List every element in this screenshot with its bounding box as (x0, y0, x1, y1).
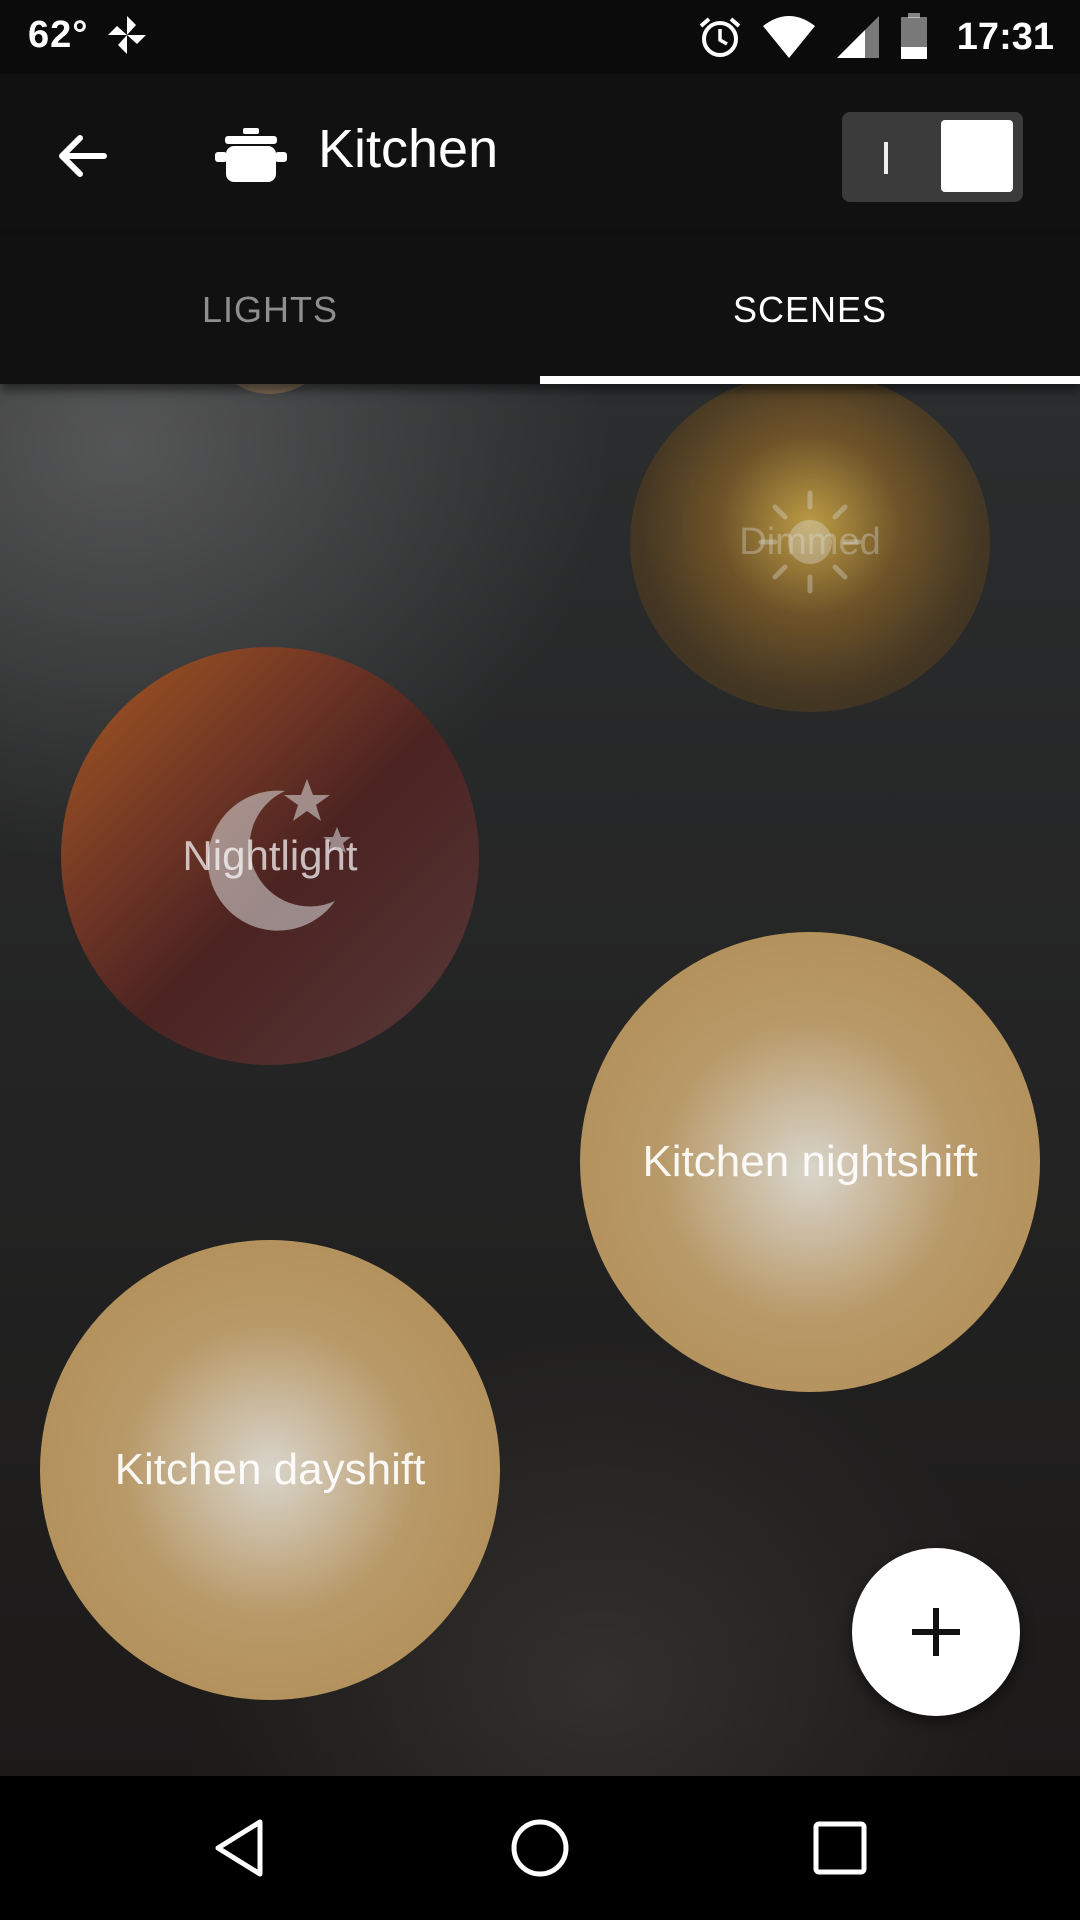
tab-scenes[interactable]: SCENES (540, 236, 1080, 384)
scenes-area: Dimmed Nightlight Kitchen nightshift Kit… (0, 384, 1080, 1776)
scene-nightlight[interactable]: Nightlight (61, 647, 479, 1065)
pinwheel-icon (108, 16, 146, 54)
app-bar: Kitchen (0, 74, 1080, 236)
page-title: Kitchen (318, 119, 499, 179)
scene-label: Kitchen dayshift (114, 1445, 426, 1494)
tab-lights[interactable]: LIGHTS (0, 236, 540, 384)
add-scene-button[interactable] (852, 1548, 1020, 1716)
status-bar: 62° 17:31 (0, 0, 1080, 74)
cooking-pot-icon (215, 128, 287, 182)
home-circle-icon[interactable] (508, 1816, 572, 1880)
recents-square-icon[interactable] (808, 1816, 872, 1880)
scene-bubble-offscreen[interactable] (205, 384, 335, 394)
room-power-toggle[interactable] (842, 112, 1023, 202)
wifi-icon (762, 16, 815, 58)
temperature-readout: 62° (28, 14, 89, 56)
battery-icon (900, 13, 927, 59)
toggle-knob (941, 120, 1013, 192)
clock: 17:31 (956, 15, 1054, 58)
tab-bar: LIGHTS SCENES (0, 236, 1080, 384)
signal-icon (836, 16, 879, 58)
scene-kitchen-dayshift[interactable]: Kitchen dayshift (40, 1240, 500, 1700)
scene-label: Kitchen nightshift (642, 1137, 978, 1186)
plus-icon (912, 1608, 960, 1656)
scene-label: Dimmed (739, 520, 881, 563)
system-nav-bar (0, 1776, 1080, 1920)
alarm-icon (699, 17, 741, 57)
toggle-on-mark (884, 142, 888, 174)
scene-kitchen-nightshift[interactable]: Kitchen nightshift (580, 932, 1040, 1392)
scene-label: Nightlight (182, 832, 358, 879)
scene-dimmed[interactable]: Dimmed (630, 384, 990, 712)
back-arrow-icon[interactable] (52, 126, 112, 186)
back-triangle-icon[interactable] (210, 1816, 274, 1880)
